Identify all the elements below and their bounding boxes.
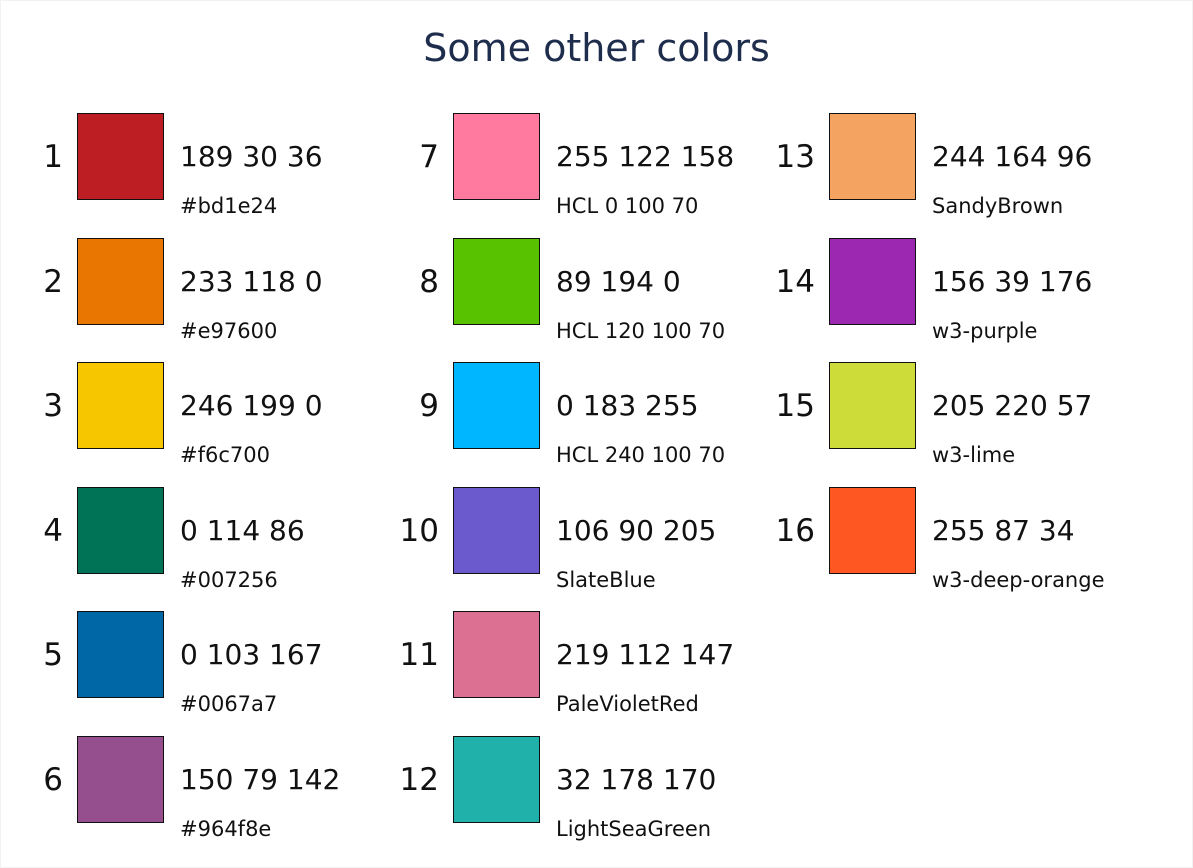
- color-swatch: [77, 238, 164, 325]
- color-swatch: [829, 238, 916, 325]
- color-label: #e97600: [180, 319, 278, 343]
- color-number: 9: [419, 388, 439, 424]
- color-label: HCL 0 100 70: [556, 194, 699, 218]
- color-swatch: [829, 487, 916, 574]
- color-number: 16: [775, 513, 815, 549]
- color-item: 4 0 114 86 #007256: [0, 487, 376, 597]
- color-swatch: [829, 113, 916, 200]
- color-item: 16 255 87 34 w3-deep-orange: [752, 487, 1128, 597]
- color-grid: 1 189 30 36 #bd1e24 2 233 118 0 #e97600 3 246 1…: [0, 0, 1193, 868]
- color-item: 13 244 164 96 SandyBrown: [752, 113, 1128, 223]
- color-label: HCL 240 100 70: [556, 443, 726, 467]
- color-label: HCL 120 100 70: [556, 319, 726, 343]
- color-item: 15 205 220 57 w3-lime: [752, 362, 1128, 472]
- color-rgb-value: 244 164 96: [932, 140, 1093, 173]
- color-rgb-value: 150 79 142: [180, 763, 341, 796]
- color-rgb-value: 233 118 0: [180, 265, 323, 298]
- color-rgb-value: 89 194 0: [556, 265, 681, 298]
- color-item: 6 150 79 142 #964f8e: [0, 736, 376, 846]
- color-item: 10 106 90 205 SlateBlue: [376, 487, 752, 597]
- color-label: w3-deep-orange: [932, 568, 1105, 592]
- color-number: 6: [43, 762, 63, 798]
- color-swatch: [77, 113, 164, 200]
- color-item: 2 233 118 0 #e97600: [0, 238, 376, 348]
- color-number: 10: [399, 513, 439, 549]
- color-number: 15: [775, 388, 815, 424]
- color-item: 8 89 194 0 HCL 120 100 70: [376, 238, 752, 348]
- color-label: #964f8e: [180, 817, 272, 841]
- color-number: 8: [419, 264, 439, 300]
- color-number: 5: [43, 637, 63, 673]
- color-rgb-value: 255 87 34: [932, 514, 1075, 547]
- color-number: 11: [399, 637, 439, 673]
- color-number: 2: [43, 264, 63, 300]
- color-swatch: [453, 238, 540, 325]
- color-rgb-value: 219 112 147: [556, 638, 735, 671]
- color-swatch: [77, 736, 164, 823]
- color-rgb-value: 189 30 36: [180, 140, 323, 173]
- color-rgb-value: 106 90 205: [556, 514, 717, 547]
- color-item: 14 156 39 176 w3-purple: [752, 238, 1128, 348]
- color-swatch: [829, 362, 916, 449]
- color-swatch: [453, 487, 540, 574]
- color-swatch: [453, 362, 540, 449]
- color-label: SandyBrown: [932, 194, 1064, 218]
- color-label: w3-purple: [932, 319, 1038, 343]
- color-number: 1: [43, 139, 63, 175]
- color-label: #f6c700: [180, 443, 270, 467]
- color-number: 7: [419, 139, 439, 175]
- color-swatch: [453, 736, 540, 823]
- color-label: #007256: [180, 568, 278, 592]
- color-rgb-value: 32 178 170: [556, 763, 717, 796]
- color-number: 4: [43, 513, 63, 549]
- color-item: 9 0 183 255 HCL 240 100 70: [376, 362, 752, 472]
- color-item: 7 255 122 158 HCL 0 100 70: [376, 113, 752, 223]
- color-swatch: [77, 362, 164, 449]
- color-label: #bd1e24: [180, 194, 278, 218]
- color-item: 11 219 112 147 PaleVioletRed: [376, 611, 752, 721]
- color-label: SlateBlue: [556, 568, 656, 592]
- color-number: 3: [43, 388, 63, 424]
- color-number: 14: [775, 264, 815, 300]
- color-rgb-value: 156 39 176: [932, 265, 1093, 298]
- color-item: 12 32 178 170 LightSeaGreen: [376, 736, 752, 846]
- color-item: 3 246 199 0 #f6c700: [0, 362, 376, 472]
- color-rgb-value: 0 183 255: [556, 389, 699, 422]
- color-label: PaleVioletRed: [556, 692, 699, 716]
- color-rgb-value: 205 220 57: [932, 389, 1093, 422]
- color-swatch: [77, 611, 164, 698]
- color-rgb-value: 0 114 86: [180, 514, 305, 547]
- color-swatch: [77, 487, 164, 574]
- color-rgb-value: 255 122 158: [556, 140, 735, 173]
- color-label: #0067a7: [180, 692, 278, 716]
- color-number: 13: [775, 139, 815, 175]
- color-swatch: [453, 611, 540, 698]
- color-rgb-value: 246 199 0: [180, 389, 323, 422]
- color-label: w3-lime: [932, 443, 1016, 467]
- color-label: LightSeaGreen: [556, 817, 712, 841]
- color-swatch: [453, 113, 540, 200]
- color-rgb-value: 0 103 167: [180, 638, 323, 671]
- color-number: 12: [399, 762, 439, 798]
- color-item: 5 0 103 167 #0067a7: [0, 611, 376, 721]
- color-item: 1 189 30 36 #bd1e24: [0, 113, 376, 223]
